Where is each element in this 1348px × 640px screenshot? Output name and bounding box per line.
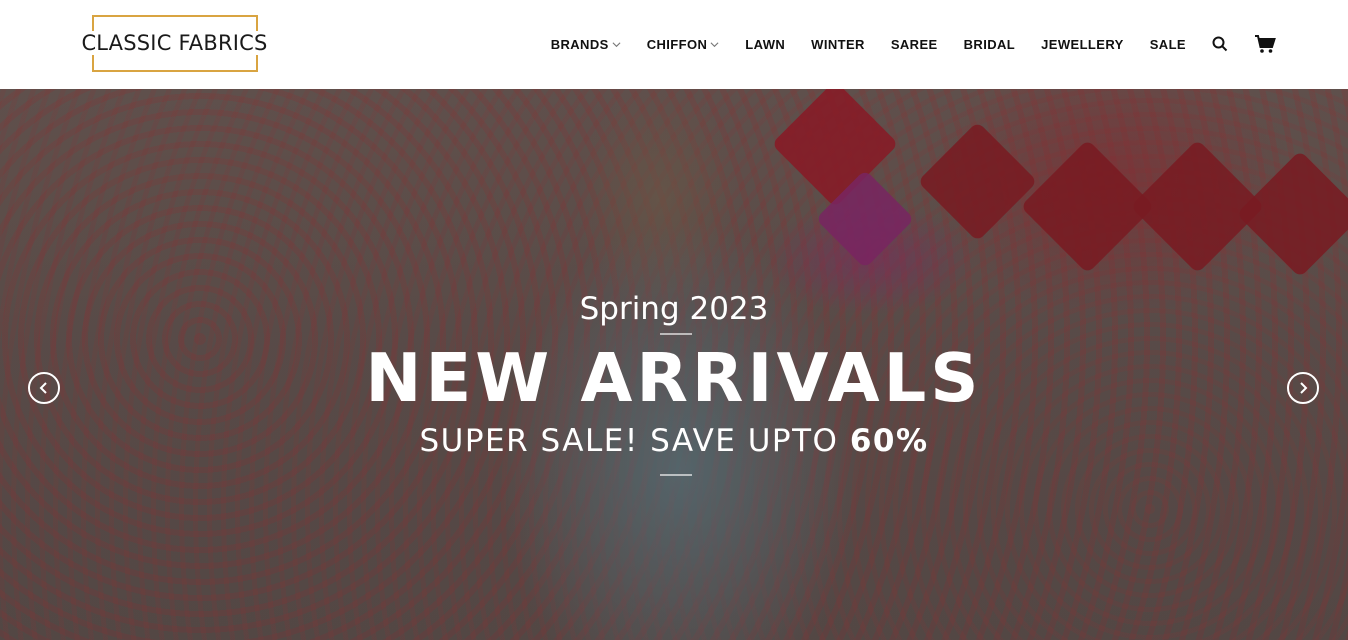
nav-item-bridal[interactable]: BRIDAL [964, 37, 1016, 52]
chevron-down-icon [612, 41, 621, 47]
nav-item-label: SAREE [890, 36, 938, 52]
main-nav: BRANDS CHIFFON LAWN WINTER SAREE BRIDAL … [551, 30, 1276, 58]
hero-divider [660, 474, 692, 476]
hero-headline: NEW ARRIVALS [365, 339, 983, 417]
search-button[interactable] [1212, 36, 1228, 52]
slider-next-button[interactable] [1287, 372, 1319, 404]
nav-item-jewellery[interactable]: JEWELLERY [1041, 37, 1124, 52]
search-icon [1212, 36, 1228, 52]
nav-item-label: SALE [1149, 36, 1186, 52]
site-header: CLASSIC FABRICS BRANDS CHIFFON LAWN WINT… [0, 0, 1348, 89]
nav-item-chiffon[interactable]: CHIFFON [647, 37, 720, 52]
nav-item-label: JEWELLERY [1041, 36, 1124, 52]
nav-item-label: BRIDAL [963, 36, 1016, 52]
nav-item-brands[interactable]: BRANDS [551, 37, 621, 52]
cart-button[interactable] [1254, 34, 1276, 54]
slider-prev-button[interactable] [28, 372, 60, 404]
logo-text: CLASSIC FABRICS [80, 31, 269, 55]
hero-divider [660, 333, 692, 335]
hero-subtitle: Spring 2023 [579, 291, 769, 327]
nav-item-lawn[interactable]: LAWN [745, 37, 785, 52]
nav-item-saree[interactable]: SAREE [891, 37, 938, 52]
nav-item-label: WINTER [811, 36, 865, 52]
chevron-right-icon [1300, 382, 1308, 394]
chevron-left-icon [39, 382, 47, 394]
nav-item-label: BRANDS [550, 36, 609, 52]
nav-item-label: CHIFFON [646, 36, 708, 52]
hero-sale-line: SUPER SALE! SAVE UPTO 60% [0, 423, 1348, 459]
hero-banner[interactable]: Spring 2023 NEW ARRIVALS SUPER SALE! SAV… [0, 89, 1348, 640]
nav-item-sale[interactable]: SALE [1150, 37, 1186, 52]
sale-text: SUPER SALE! SAVE UPTO [419, 423, 839, 459]
chevron-down-icon [710, 41, 719, 47]
logo[interactable]: CLASSIC FABRICS [74, 15, 275, 75]
nav-item-winter[interactable]: WINTER [811, 37, 865, 52]
nav-item-label: LAWN [745, 36, 786, 52]
sale-percent: 60% [849, 423, 929, 459]
cart-icon [1255, 35, 1276, 53]
